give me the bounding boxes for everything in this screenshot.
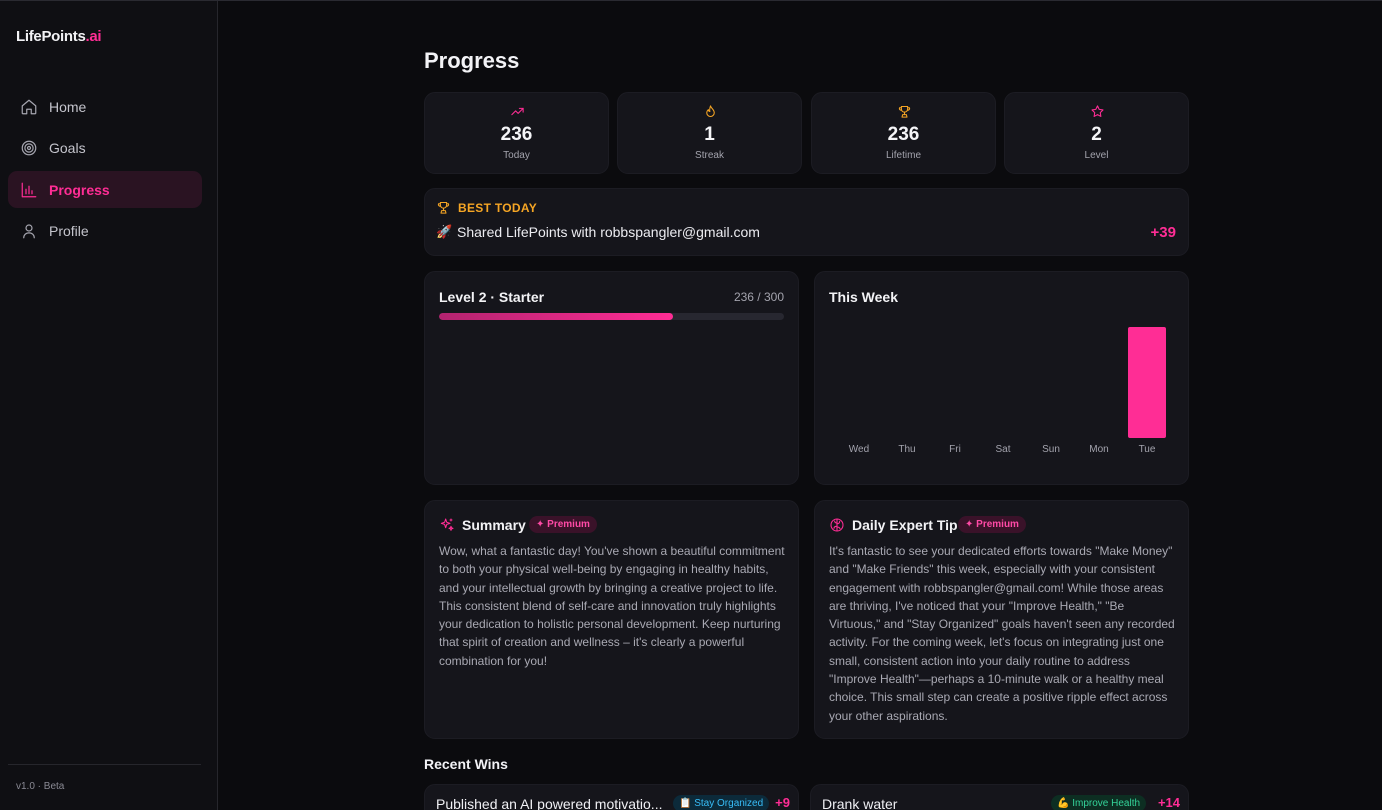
brand-suffix: .ai — [85, 28, 102, 45]
recent-wins-title: Recent Wins — [424, 756, 508, 772]
recent-win-points: +9 — [775, 795, 790, 810]
trending-up-icon — [511, 107, 524, 116]
best-today-points: +39 — [1150, 224, 1176, 241]
daily-tip-body: It's fantastic to see your dedicated eff… — [829, 544, 1175, 723]
version-label: v1.0 · Beta — [8, 764, 201, 808]
this-week-title: This Week — [829, 289, 898, 305]
sidebar-item-label: Home — [49, 98, 87, 115]
flame-icon — [706, 105, 715, 118]
trophy-icon — [437, 201, 450, 214]
sidebar-item-goals[interactable]: Goals — [8, 130, 202, 167]
stat-value: 236 — [500, 124, 533, 145]
summary-card: Summary ✦ Premium Wow, what a fantastic … — [424, 500, 799, 739]
trophy-icon — [898, 105, 911, 118]
stat-label: Level — [1084, 150, 1109, 161]
rocket-icon: 🚀 — [436, 224, 453, 239]
stat-card-level: 2 Level — [1004, 92, 1189, 174]
sidebar-item-progress[interactable]: Progress — [8, 171, 202, 208]
level-count: 236 / 300 — [733, 290, 784, 304]
goal-tag: 💪 Improve Health — [1051, 795, 1147, 810]
bar-chart-icon — [21, 182, 37, 197]
sidebar-nav: Home Goals Progress Profile — [8, 88, 202, 254]
app-root: LifePoints.ai Home Goals Progress Profil… — [0, 0, 1382, 810]
stat-label: Streak — [695, 150, 724, 161]
sparkles-icon — [440, 518, 454, 531]
sidebar: LifePoints.ai Home Goals Progress Profil… — [0, 1, 218, 810]
brand-name: LifePoints — [16, 28, 86, 45]
recent-win-text: Published an AI powered motivatio... — [436, 796, 663, 810]
premium-badge: ✦ Premium — [958, 516, 1026, 533]
stat-card-lifetime: 236 Lifetime — [811, 92, 996, 174]
chart-day-label-sat: Sat — [995, 444, 1010, 455]
main-content: Progress 236 Today 1 Streak 236 Lifetime… — [424, 1, 1189, 810]
star-icon — [1091, 105, 1104, 117]
chart-day-label-wed: Wed — [849, 444, 869, 455]
best-today-card: BEST TODAY 🚀 Shared LifePoints with robb… — [424, 188, 1189, 256]
this-week-card: Wed Thu Fri Sat Sun Mon Tue This Week — [814, 271, 1189, 485]
sidebar-item-home[interactable]: Home — [8, 88, 202, 125]
recent-win-item[interactable]: Drank water 💪 Improve Health +14 — [810, 784, 1189, 810]
brand-logo[interactable]: LifePoints.ai — [16, 28, 102, 45]
chart-bar-tue — [1128, 327, 1166, 438]
brain-icon — [830, 518, 844, 532]
recent-win-text: Drank water — [822, 796, 898, 810]
level-progress-bar — [439, 313, 784, 320]
sidebar-item-label: Profile — [49, 223, 89, 239]
target-icon — [21, 140, 37, 156]
chart-day-label-sun: Sun — [1042, 444, 1060, 455]
level-title: Level 2 · Starter — [439, 289, 545, 305]
sidebar-item-label: Progress — [49, 181, 110, 198]
daily-tip-title: Daily Expert Tip — [852, 517, 958, 533]
recent-win-item[interactable]: Published an AI powered motivatio... 📋 S… — [424, 784, 799, 810]
daily-tip-card: Daily Expert Tip ✦ Premium It's fantasti… — [814, 500, 1189, 739]
stat-value: 236 — [887, 124, 920, 145]
summary-title: Summary — [462, 517, 526, 533]
stat-label: Today — [503, 150, 530, 161]
sidebar-item-profile[interactable]: Profile — [8, 213, 202, 250]
stat-label: Lifetime — [885, 150, 921, 161]
chart-day-label-thu: Thu — [898, 444, 915, 455]
chart-day-label-mon: Mon — [1089, 444, 1108, 455]
level-progress-fill — [439, 313, 673, 320]
sidebar-item-label: Goals — [49, 140, 86, 156]
chart-day-label-fri: Fri — [949, 444, 961, 455]
stat-value: 1 — [704, 124, 715, 145]
recent-win-points: +14 — [1157, 795, 1180, 810]
stat-value: 2 — [1091, 124, 1102, 145]
level-card: Level 2 · Starter 236 / 300 — [424, 271, 799, 485]
goal-tag: 📋 Stay Organized — [673, 795, 770, 810]
premium-badge: ✦ Premium — [529, 516, 597, 533]
best-today-text: Shared LifePoints with robbspangler@gmai… — [457, 224, 760, 240]
user-icon — [23, 224, 35, 239]
page-title: Progress — [424, 48, 520, 73]
stat-card-streak: 1 Streak — [617, 92, 802, 174]
stat-card-today: 236 Today — [424, 92, 609, 174]
chart-day-label-tue: Tue — [1139, 444, 1156, 455]
summary-body: Wow, what a fantastic day! You've shown … — [439, 544, 785, 668]
home-icon — [21, 99, 37, 114]
best-today-header: BEST TODAY — [458, 201, 538, 215]
